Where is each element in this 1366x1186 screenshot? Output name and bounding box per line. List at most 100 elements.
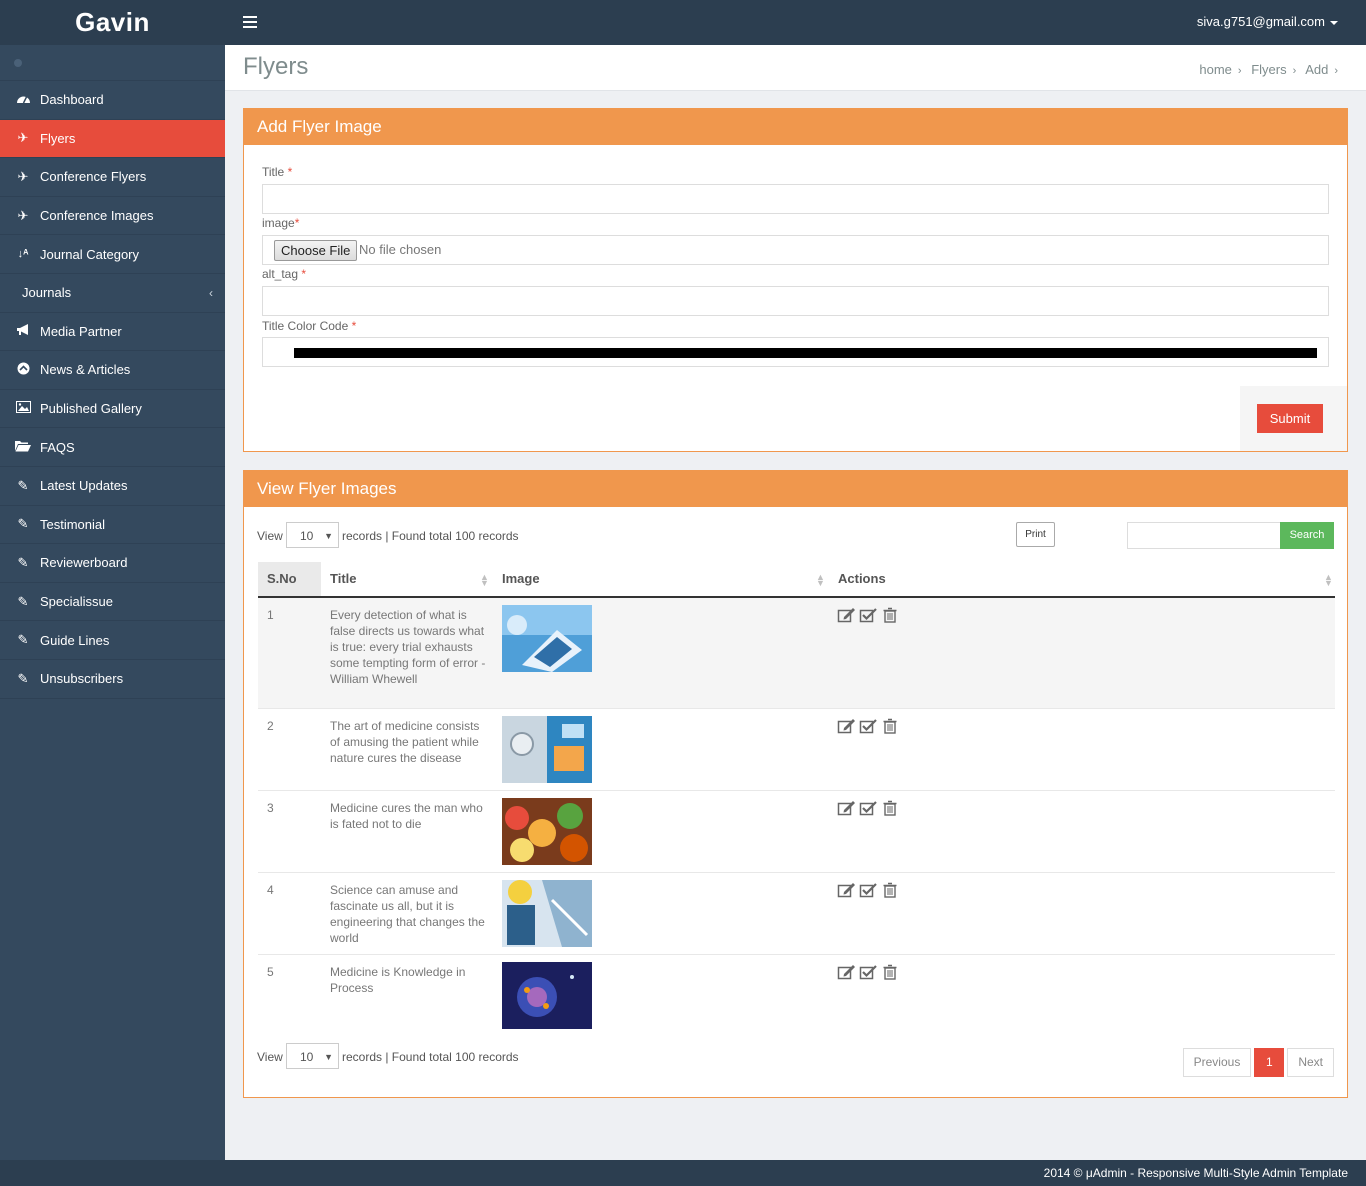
approve-check-icon[interactable] <box>859 607 879 623</box>
status-dot-icon <box>14 59 22 67</box>
image-file-input[interactable]: Choose File No file chosen <box>262 235 1329 265</box>
table-toolbar: View 10 ▼ records | Found total 100 recor… <box>257 522 1334 550</box>
sidebar-item-latest-updates[interactable]: ✎ Latest Updates <box>0 467 225 506</box>
row-actions <box>837 607 903 623</box>
records-info: records | Found total 100 records <box>342 1050 519 1064</box>
sort-icon[interactable]: ▲ ▼ <box>816 573 825 588</box>
edit-icon[interactable] <box>837 882 857 898</box>
flyer-thumbnail <box>502 962 592 1029</box>
sidebar-item-journals[interactable]: Journals ‹ <box>0 274 225 313</box>
edit-icon[interactable] <box>837 964 857 980</box>
sidebar-item-media-partner[interactable]: Media Partner <box>0 313 225 352</box>
sidebar-item-label: Testimonial <box>40 516 106 532</box>
breadcrumb-flyers[interactable]: Flyers <box>1251 62 1286 77</box>
sidebar-item-faqs[interactable]: FAQS <box>0 428 225 467</box>
row-title: Medicine cures the man who is fated not … <box>330 801 483 831</box>
print-button[interactable]: Print <box>1016 522 1055 547</box>
color-code-input[interactable] <box>262 337 1329 367</box>
bullhorn-icon <box>14 323 32 339</box>
panel-heading: Add Flyer Image <box>244 109 1347 145</box>
breadcrumb: home › Flyers › Add › <box>1199 62 1344 77</box>
table-row: 2 The art of medicine consists of amusin… <box>258 709 1335 791</box>
edit-icon: ✎ <box>17 477 29 493</box>
sidebar-item-conference-flyers[interactable]: ✈ Conference Flyers <box>0 158 225 197</box>
edit-icon[interactable] <box>837 800 857 816</box>
color-code-label: Title Color Code * <box>262 319 357 333</box>
sidebar-item-conference-images[interactable]: ✈ Conference Images <box>0 197 225 236</box>
pagination-next[interactable]: Next <box>1287 1048 1334 1077</box>
column-header-image[interactable]: Image <box>502 562 540 596</box>
pagination-previous[interactable]: Previous <box>1182 1048 1252 1077</box>
approve-check-icon[interactable] <box>859 718 879 734</box>
column-header-actions[interactable]: Actions <box>838 562 886 596</box>
edit-icon: ✎ <box>17 554 29 570</box>
edit-icon[interactable] <box>837 607 857 623</box>
approve-check-icon[interactable] <box>859 964 879 980</box>
edit-icon[interactable] <box>837 718 857 734</box>
submit-button[interactable]: Submit <box>1257 404 1323 433</box>
flyer-thumbnail <box>502 716 592 783</box>
approve-check-icon[interactable] <box>859 882 879 898</box>
row-title: Every detection of what is false directs… <box>330 608 486 686</box>
table-row: 1 Every detection of what is false direc… <box>258 598 1335 709</box>
delete-trash-icon[interactable] <box>881 800 901 816</box>
sidebar-item-flyers[interactable]: ✈ Flyers <box>0 119 225 159</box>
page-header: Flyers home › Flyers › Add › <box>225 45 1366 91</box>
sidebar-item-guide-lines[interactable]: ✎ Guide Lines <box>0 621 225 660</box>
sidebar-item-label: Published Gallery <box>40 401 142 417</box>
user-menu[interactable]: siva.g751@gmail.com <box>1197 14 1338 29</box>
hamburger-menu-icon[interactable] <box>243 16 257 31</box>
title-input[interactable] <box>262 184 1329 214</box>
sidebar-item-label: Media Partner <box>40 323 122 339</box>
view-flyers-panel: View Flyer Images View 10 ▼ records | Fou… <box>243 470 1348 1098</box>
sidebar-item-dashboard[interactable]: Dashboard <box>0 81 225 120</box>
delete-trash-icon[interactable] <box>881 882 901 898</box>
column-header-sno[interactable]: S.No <box>258 562 321 596</box>
delete-trash-icon[interactable] <box>881 607 901 623</box>
sidebar-item-journal-category[interactable]: ↓ᴬ Journal Category <box>0 235 225 274</box>
row-sno: 5 <box>267 965 274 979</box>
color-swatch <box>294 348 1317 358</box>
sidebar-item-label: Latest Updates <box>40 478 128 494</box>
sort-icon[interactable]: ▲ ▼ <box>480 573 489 588</box>
edit-icon: ✎ <box>17 593 29 609</box>
chevron-left-icon: ‹ <box>209 285 213 300</box>
page-size-select[interactable]: 10 ▼ <box>286 522 339 548</box>
brand-logo[interactable]: Gavin <box>0 0 225 45</box>
sidebar-item-label: Dashboard <box>40 92 104 108</box>
alt-tag-input[interactable] <box>262 286 1329 316</box>
sidebar-item-label: Unsubscribers <box>40 671 124 687</box>
row-title: Science can amuse and fascinate us all, … <box>330 883 485 945</box>
folder-open-icon <box>14 440 32 455</box>
breadcrumb-home[interactable]: home <box>1199 62 1232 77</box>
sidebar-item-specialissue[interactable]: ✎ Specialissue <box>0 583 225 622</box>
row-title: Medicine is Knowledge in Process <box>330 965 466 995</box>
plane-icon: ✈ <box>17 130 29 146</box>
delete-trash-icon[interactable] <box>881 964 901 980</box>
search-input[interactable] <box>1127 522 1281 549</box>
sidebar-item-reviewerboard[interactable]: ✎ Reviewerboard <box>0 544 225 583</box>
sidebar-item-testimonial[interactable]: ✎ Testimonial <box>0 506 225 545</box>
search-button[interactable]: Search <box>1280 522 1334 549</box>
pagination: Previous 1 Next <box>1182 1048 1334 1077</box>
delete-trash-icon[interactable] <box>881 718 901 734</box>
sort-icon[interactable]: ▲ ▼ <box>1324 573 1333 588</box>
column-header-title[interactable]: Title <box>330 562 357 596</box>
flyers-table: S.No Title ▲ ▼ Image ▲ ▼ Actions ▲ ▼ 1 Ever… <box>258 562 1335 1037</box>
sidebar-item-published-gallery[interactable]: Published Gallery <box>0 390 225 429</box>
row-sno: 2 <box>267 719 274 733</box>
chevron-right-icon: › <box>1334 65 1338 77</box>
page-size-select[interactable]: 10 ▼ <box>286 1043 339 1069</box>
row-actions <box>837 964 903 980</box>
choose-file-button[interactable]: Choose File <box>274 240 358 261</box>
sidebar-item-news-articles[interactable]: News & Articles <box>0 351 225 390</box>
page-title: Flyers <box>243 53 309 80</box>
edit-icon: ✎ <box>17 516 29 532</box>
approve-check-icon[interactable] <box>859 800 879 816</box>
alt-tag-label: alt_tag * <box>262 267 307 281</box>
pagination-page-1[interactable]: 1 <box>1254 1048 1285 1077</box>
breadcrumb-add[interactable]: Add <box>1305 62 1328 77</box>
sidebar-item-label: Journals <box>22 285 72 301</box>
sidebar-item-label: Conference Images <box>40 208 154 224</box>
sidebar-item-unsubscribers[interactable]: ✎ Unsubscribers <box>0 660 225 699</box>
